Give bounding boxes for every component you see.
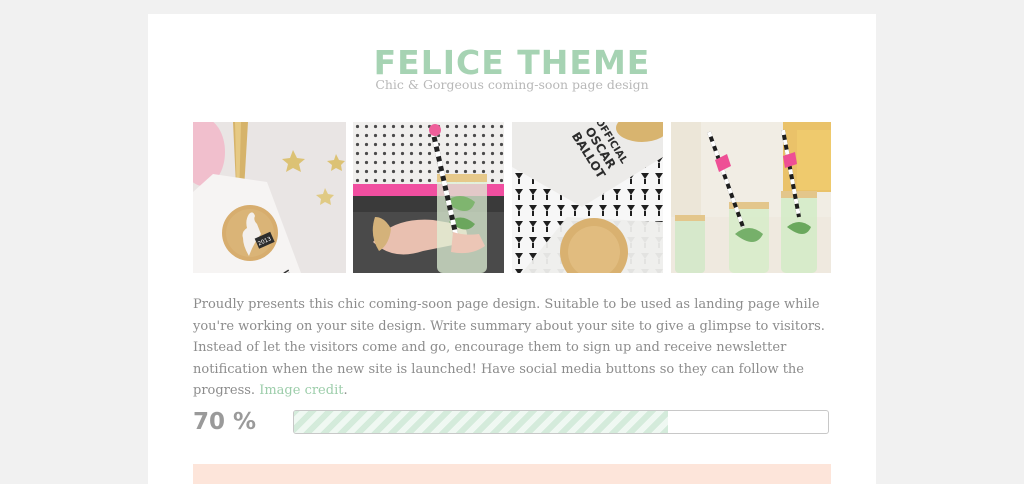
progress-bar (293, 410, 829, 434)
newsletter-panel (193, 464, 831, 484)
gallery-photo-oscar-ballot: OFFICIAL OSCAR BALLOT (512, 122, 663, 273)
gallery-photo-glitter-tag: 2013 ICIAL (193, 122, 346, 273)
site-title: FELICE THEME (373, 43, 651, 82)
intro-paragraph: Proudly presents this chic coming-soon p… (193, 294, 835, 402)
photo-gallery: 2013 ICIAL (193, 122, 831, 273)
image-credit-link[interactable]: Image credit (259, 383, 343, 398)
content-card: FELICE THEME Chic & Gorgeous coming-soon… (148, 14, 876, 484)
gallery-photo-cocktail-glasses (671, 122, 831, 273)
site-tagline: Chic & Gorgeous coming-soon page design (375, 77, 649, 92)
progress-percent: 70 % (193, 409, 257, 435)
gallery-photo-cocktail-hand (353, 122, 504, 273)
progress-bar-fill (294, 411, 668, 433)
intro-trailing: . (343, 383, 348, 398)
